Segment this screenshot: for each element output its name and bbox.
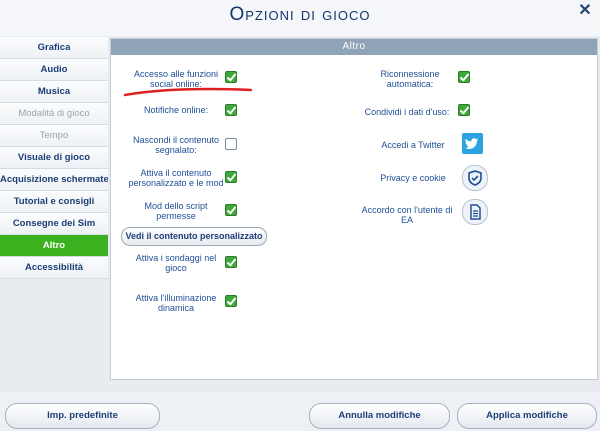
- option-label-line: gioco: [165, 263, 187, 273]
- sidebar-item-accessibilita[interactable]: Accessibilità: [0, 257, 108, 279]
- sidebar-item-audio[interactable]: Audio: [0, 59, 108, 81]
- option-label-line: personalizzato e le mod: [128, 178, 224, 188]
- option-label-sondaggi: Attiva i sondaggi nel gioco: [126, 253, 226, 273]
- cancel-changes-button[interactable]: Annulla modifiche: [309, 403, 450, 429]
- sidebar-item-altro[interactable]: Altro: [0, 235, 108, 257]
- link-label-line: Accedi a Twitter: [381, 140, 445, 150]
- view-custom-content-button[interactable]: Vedi il contenuto personalizzato: [121, 227, 267, 246]
- document-icon[interactable]: [462, 199, 488, 225]
- option-label-line: permesse: [156, 211, 196, 221]
- sidebar-item-tutorial-e-consigli[interactable]: Tutorial e consigli: [0, 191, 108, 213]
- option-label-mod-script: Mod dello script permesse: [126, 201, 226, 221]
- option-label-riconnessione: Riconnessione automatica:: [362, 69, 458, 89]
- option-label-line: Nascondi il contenuto: [132, 135, 220, 145]
- contenuto-personalizzato-checkbox[interactable]: [225, 171, 237, 183]
- link-label-accordo-utente: Accordo con l'utente di EA: [356, 205, 458, 225]
- apply-changes-button[interactable]: Applica modifiche: [457, 403, 597, 429]
- sidebar-item-grafica[interactable]: Grafica: [0, 37, 108, 59]
- sidebar-item-tempo: Tempo: [0, 125, 108, 147]
- option-label-line: Condividi i dati d'uso:: [364, 107, 450, 117]
- social-online-checkbox[interactable]: [225, 71, 237, 83]
- notifiche-online-checkbox[interactable]: [225, 104, 237, 116]
- option-label-nascondi-contenuto: Nascondi il contenuto segnalato:: [126, 135, 226, 155]
- sidebar-item-acquisizione-schermate[interactable]: Acquisizione schermate: [0, 169, 108, 191]
- option-label-line: social online:: [149, 79, 203, 89]
- option-label-line: dinamica: [157, 303, 195, 313]
- option-label-line: Attiva l'illuminazione: [135, 293, 217, 303]
- document-glyph: [470, 204, 481, 220]
- sidebar-item-musica[interactable]: Musica: [0, 81, 108, 103]
- twitter-icon[interactable]: [462, 133, 483, 154]
- sidebar-item-modalita-di-gioco: Modalità di gioco: [0, 103, 108, 125]
- option-label-line: Accesso alle funzioni: [133, 69, 219, 79]
- option-label-line: Notifiche online:: [143, 105, 209, 115]
- link-label-twitter: Accedi a Twitter: [368, 140, 458, 150]
- sidebar-item-visuale-di-gioco[interactable]: Visuale di gioco: [0, 147, 108, 169]
- defaults-button[interactable]: Imp. predefinite: [5, 403, 160, 429]
- sidebar-item-consegne-dei-sim[interactable]: Consegne dei Sim: [0, 213, 108, 235]
- link-label-line: EA: [400, 215, 413, 225]
- option-label-line: Mod dello script: [144, 201, 208, 211]
- shield-check-icon[interactable]: [462, 165, 488, 191]
- link-label-line: Privacy e cookie: [380, 173, 446, 183]
- option-label-social-online: Accesso alle funzioni social online:: [126, 69, 226, 89]
- option-label-contenuto-personalizzato: Attiva il contenuto personalizzato e le …: [126, 168, 226, 188]
- nascondi-contenuto-checkbox[interactable]: [225, 138, 237, 150]
- mod-script-checkbox[interactable]: [225, 204, 237, 216]
- panel-header: Altro: [111, 39, 597, 55]
- option-label-line: Attiva il contenuto: [140, 168, 212, 178]
- option-label-line: automatica:: [386, 79, 434, 89]
- shield-glyph: [468, 170, 482, 186]
- option-label-illuminazione: Attiva l'illuminazione dinamica: [126, 293, 226, 313]
- link-label-line: Accordo con l'utente di: [361, 205, 453, 215]
- option-label-line: segnalato:: [155, 145, 197, 155]
- sondaggi-checkbox[interactable]: [225, 256, 237, 268]
- title-bar: Opzioni di gioco ✕: [0, 0, 600, 36]
- illuminazione-checkbox[interactable]: [225, 295, 237, 307]
- window-title: Opzioni di gioco: [229, 4, 371, 25]
- riconnessione-checkbox[interactable]: [458, 71, 470, 83]
- option-label-line: Riconnessione: [380, 69, 440, 79]
- option-label-condividi-dati: Condividi i dati d'uso:: [356, 107, 458, 117]
- condividi-dati-checkbox[interactable]: [458, 104, 470, 116]
- close-icon[interactable]: ✕: [576, 2, 594, 20]
- sidebar: Grafica Audio Musica Modalità di gioco T…: [0, 37, 108, 279]
- link-label-privacy: Privacy e cookie: [368, 173, 458, 183]
- twitter-bird-glyph: [465, 138, 479, 149]
- option-label-line: Attiva i sondaggi nel: [135, 253, 217, 263]
- option-label-notifiche-online: Notifiche online:: [126, 105, 226, 115]
